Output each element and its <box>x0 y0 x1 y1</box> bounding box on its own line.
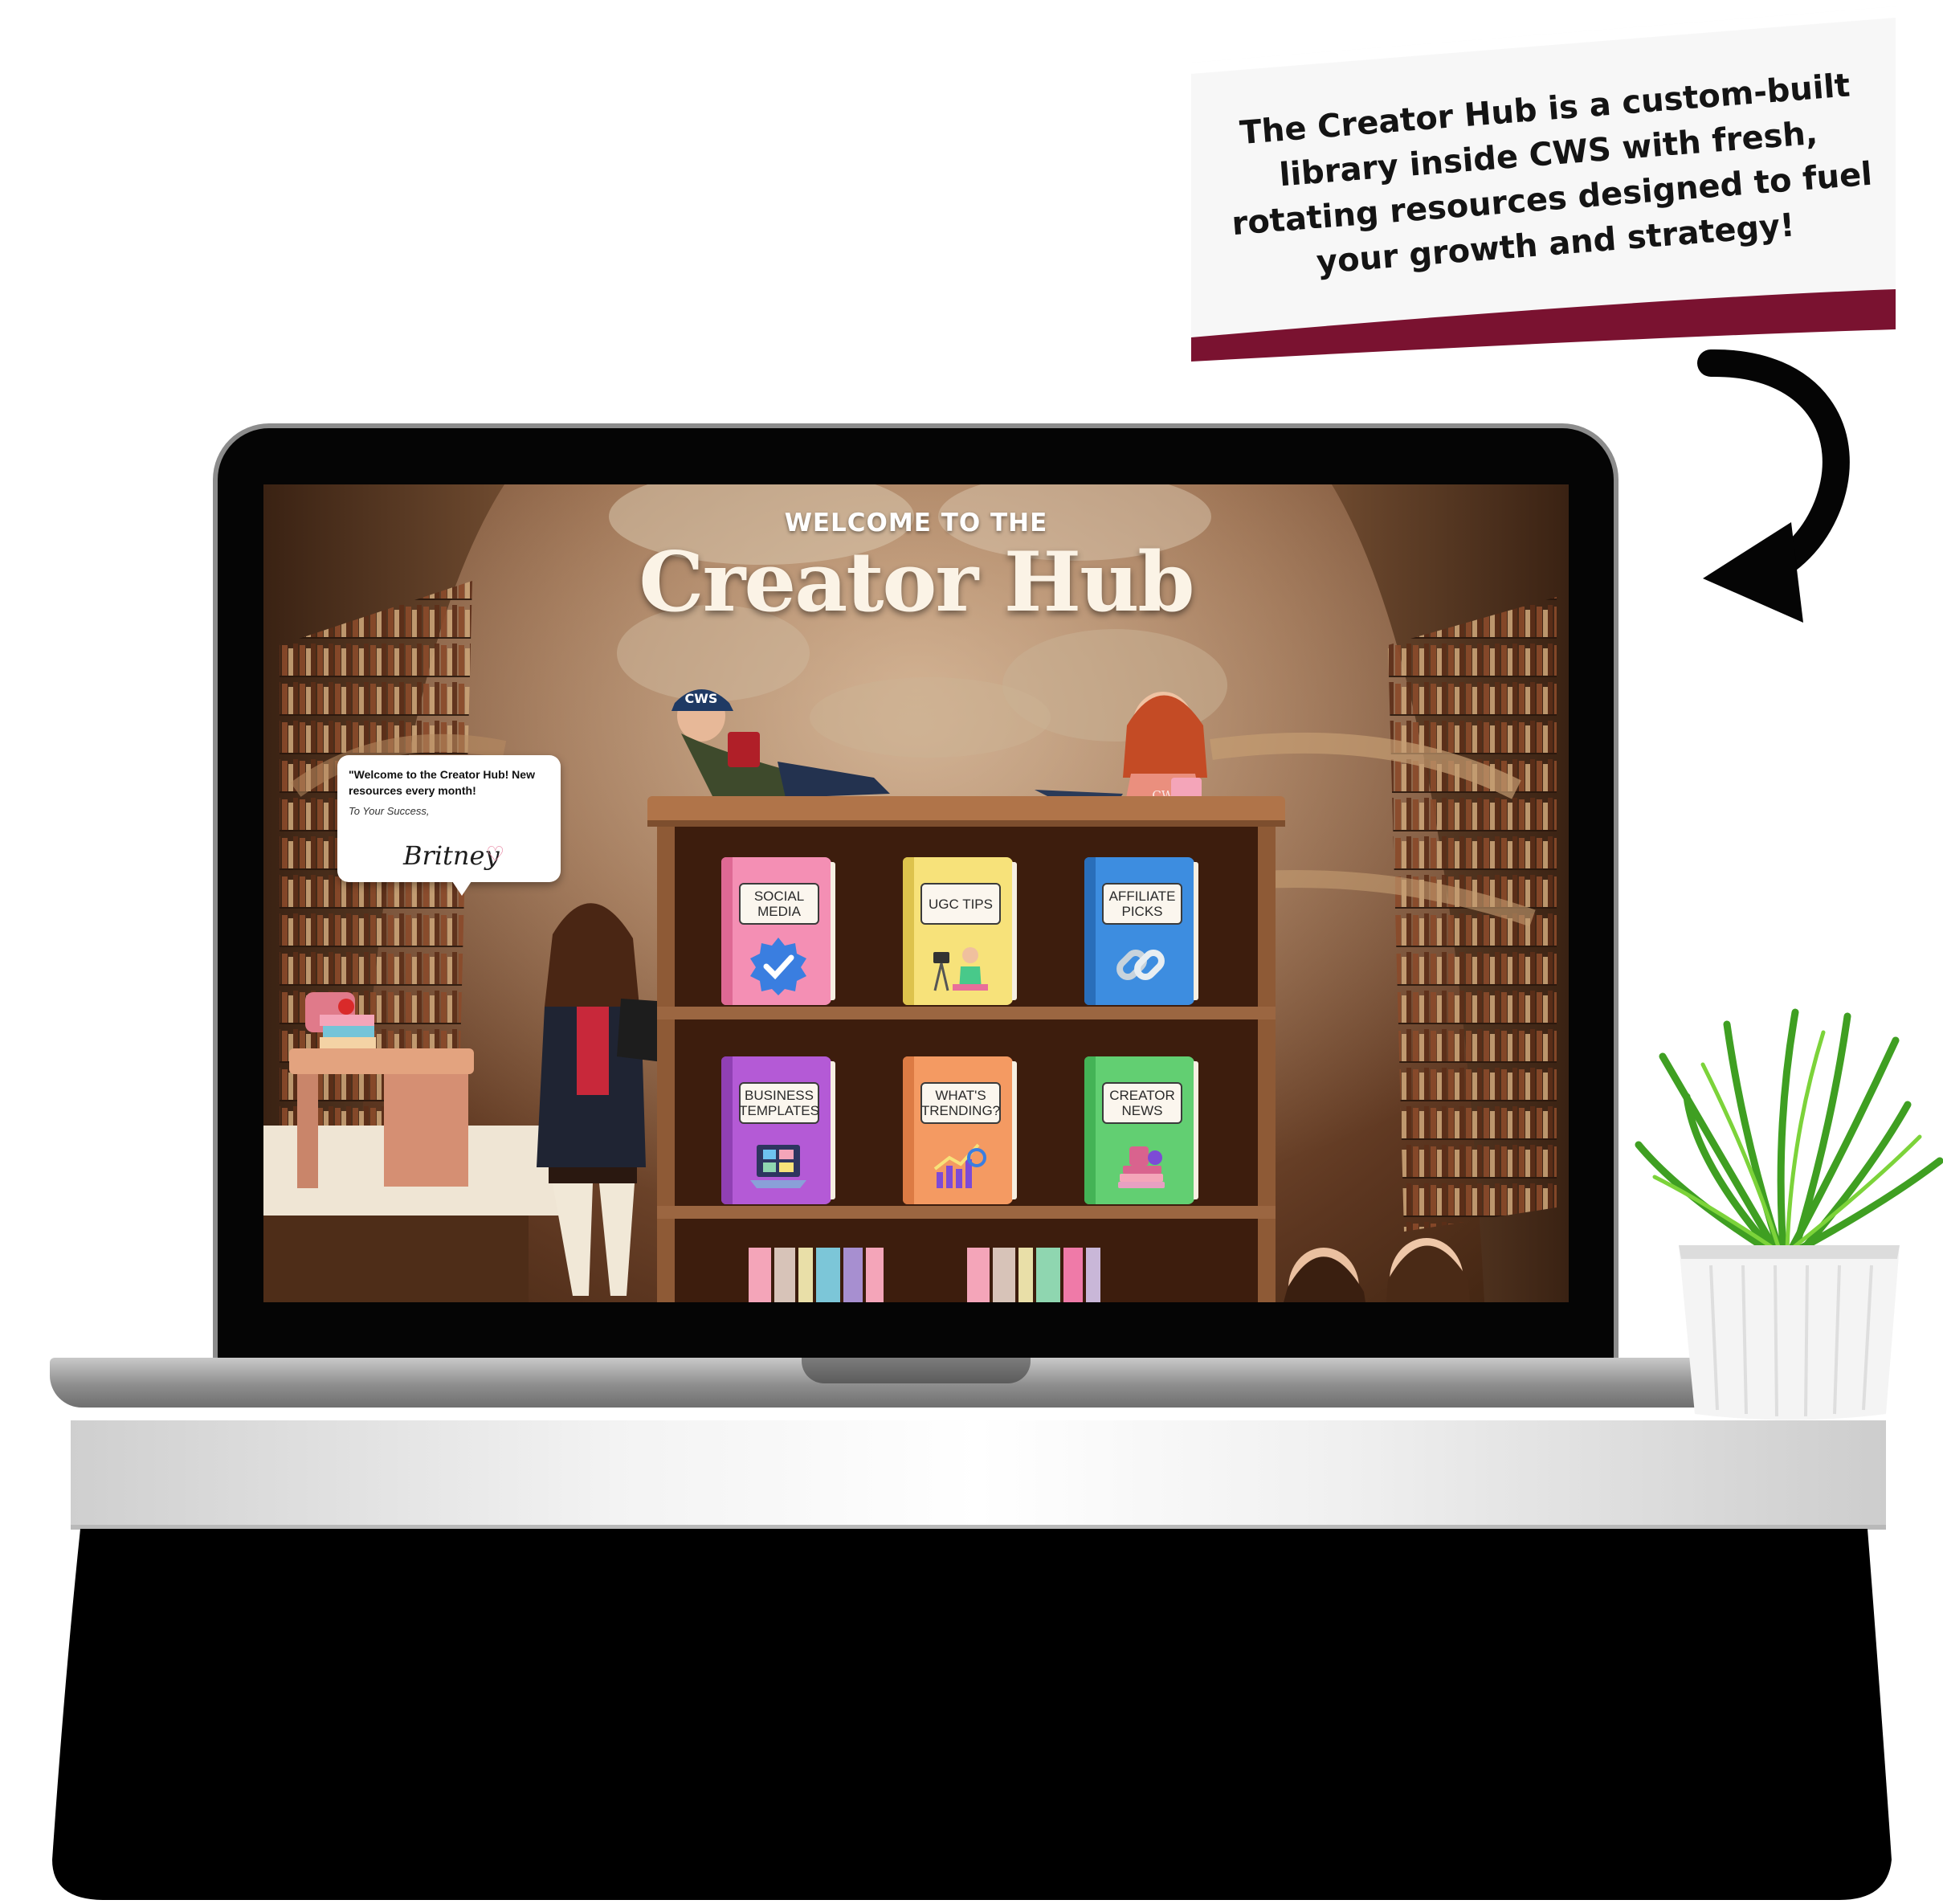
welcome-eyebrow: WELCOME TO THE <box>784 509 1048 537</box>
welcome-speech-bubble: "Welcome to the Creator Hub! New resourc… <box>337 755 561 882</box>
curved-arrow-icon <box>1697 349 1850 623</box>
creator-hub-screen: CWS CWS WELCOME TO THE Creator Hub "Welc… <box>263 484 1569 1302</box>
laptop-templates-icon <box>750 1145 806 1188</box>
book-creator-news[interactable]: CREATOR NEWS <box>1084 1056 1198 1204</box>
book-label: BUSINESS TEMPLATES <box>739 1082 819 1124</box>
book-whats-trending[interactable]: WHAT'S TRENDING? <box>903 1056 1017 1204</box>
book-affiliate-picks[interactable]: AFFILIATE PICKS <box>1084 857 1198 1005</box>
book-social-media[interactable]: SOCIAL MEDIA <box>721 857 835 1005</box>
book-label: SOCIAL MEDIA <box>739 883 819 925</box>
bubble-message: "Welcome to the Creator Hub! New resourc… <box>349 768 535 797</box>
book-label: CREATOR NEWS <box>1102 1082 1182 1124</box>
shelf-shadow <box>52 1529 1892 1900</box>
verified-badge-icon <box>750 938 806 995</box>
book-ugc-tips[interactable]: UGC TIPS <box>903 857 1017 1005</box>
cap-logo-text: CWS <box>685 691 718 706</box>
signature: Britney <box>403 840 500 871</box>
bubble-tail <box>452 881 471 896</box>
page-title: Creator Hub <box>639 534 1194 631</box>
news-stack-icon <box>1118 1146 1165 1188</box>
white-shelf <box>71 1420 1886 1525</box>
book-label: WHAT'S TRENDING? <box>920 1082 1001 1124</box>
chain-link-icon <box>1116 950 1165 980</box>
book-label: UGC TIPS <box>920 883 1001 925</box>
camera-creator-icon <box>933 947 988 991</box>
laptop-notch <box>802 1358 1031 1383</box>
bookshelf: SOCIAL MEDIA UGC TIPS AFFILIATE PICKS BU… <box>647 796 1285 1302</box>
bubble-closing: To Your Success, <box>349 805 430 817</box>
trend-chart-icon <box>933 1143 986 1188</box>
potted-plant <box>1635 1008 1943 1420</box>
heart-icon: ♡ <box>486 842 505 866</box>
book-business-templates[interactable]: BUSINESS TEMPLATES <box>721 1056 835 1204</box>
book-label: AFFILIATE PICKS <box>1102 883 1182 925</box>
